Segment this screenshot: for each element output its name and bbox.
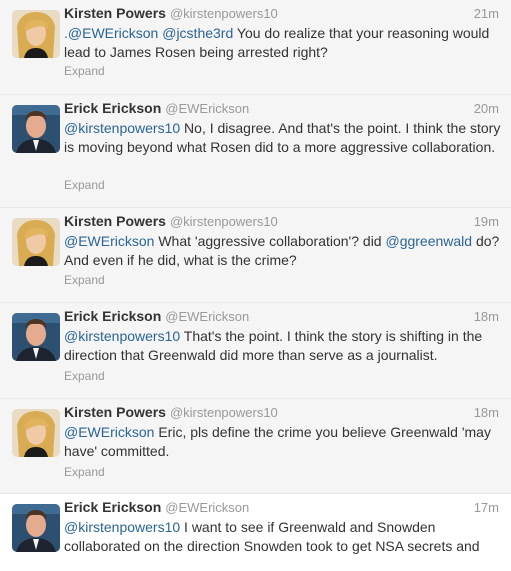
tweet-timestamp[interactable]: 21m (474, 6, 499, 21)
mention-link[interactable]: @jcsthe3rd (162, 25, 233, 41)
author-handle[interactable]: @kirstenpowers10 (170, 405, 278, 420)
mention-link[interactable]: .@EWErickson (64, 25, 158, 41)
author-name[interactable]: Erick Erickson (64, 100, 161, 116)
mention-link[interactable]: @EWErickson (64, 233, 154, 249)
mention-link[interactable]: @kirstenpowers10 (64, 120, 180, 136)
expand-link[interactable]: Expand (64, 465, 105, 479)
tweet-text: @kirstenpowers10 I want to see if Greenw… (64, 518, 502, 556)
author-handle[interactable]: @kirstenpowers10 (170, 214, 278, 229)
tweet-text: .@EWErickson @jcsthe3rd You do realize t… (64, 24, 502, 62)
mention-link[interactable]: @kirstenpowers10 (64, 519, 180, 535)
mention-link[interactable]: @kirstenpowers10 (64, 328, 180, 344)
erick-avatar[interactable] (12, 504, 60, 552)
tweet-timeline: Kirsten Powers @kirstenpowers10 21m .@EWE… (0, 0, 511, 571)
expand-link[interactable]: Expand (64, 273, 105, 287)
tweet-text: @kirstenpowers10 No, I disagree. And tha… (64, 119, 502, 157)
author-handle[interactable]: @kirstenpowers10 (170, 6, 278, 21)
author-handle[interactable]: @EWErickson (165, 101, 249, 116)
tweet-text: @EWErickson What 'aggressive collaborati… (64, 232, 502, 270)
expand-link[interactable]: Expand (64, 369, 105, 383)
erick-avatar[interactable] (12, 313, 60, 361)
author-handle[interactable]: @EWErickson (165, 500, 249, 515)
tweet-timestamp[interactable]: 19m (474, 214, 499, 229)
author-name[interactable]: Kirsten Powers (64, 5, 166, 21)
tweet-text-segment: What 'aggressive collaboration'? did (154, 233, 386, 249)
author-handle[interactable]: @EWErickson (165, 309, 249, 324)
tweet-item[interactable]: Erick Erickson @EWErickson 20m @kirstenpo… (0, 95, 511, 208)
kirsten-avatar[interactable] (12, 218, 60, 266)
tweet-item[interactable]: Erick Erickson @EWErickson 17m @kirstenpo… (0, 494, 511, 571)
erick-avatar[interactable] (12, 105, 60, 153)
author-name[interactable]: Erick Erickson (64, 499, 161, 515)
tweet-timestamp[interactable]: 18m (474, 309, 499, 324)
mention-link[interactable]: @EWErickson (64, 424, 154, 440)
tweet-item[interactable]: Kirsten Powers @kirstenpowers10 21m .@EWE… (0, 0, 511, 95)
tweet-text: @EWErickson Eric, pls define the crime y… (64, 423, 502, 461)
tweet-text: @kirstenpowers10 That's the point. I thi… (64, 327, 502, 365)
tweet-item[interactable]: Kirsten Powers @kirstenpowers10 19m @EWEr… (0, 208, 511, 303)
tweet-item[interactable]: Erick Erickson @EWErickson 18m @kirstenpo… (0, 303, 511, 399)
tweet-timestamp[interactable]: 18m (474, 405, 499, 420)
tweet-timestamp[interactable]: 17m (474, 500, 499, 515)
author-name[interactable]: Erick Erickson (64, 308, 161, 324)
mention-link[interactable]: @ggreenwald (385, 233, 472, 249)
author-name[interactable]: Kirsten Powers (64, 213, 166, 229)
expand-link[interactable]: Expand (64, 64, 105, 78)
kirsten-avatar[interactable] (12, 409, 60, 457)
tweet-timestamp[interactable]: 20m (474, 101, 499, 116)
author-name[interactable]: Kirsten Powers (64, 404, 166, 420)
tweet-item[interactable]: Kirsten Powers @kirstenpowers10 18m @EWEr… (0, 399, 511, 494)
kirsten-avatar[interactable] (12, 10, 60, 58)
expand-link[interactable]: Expand (64, 178, 105, 192)
